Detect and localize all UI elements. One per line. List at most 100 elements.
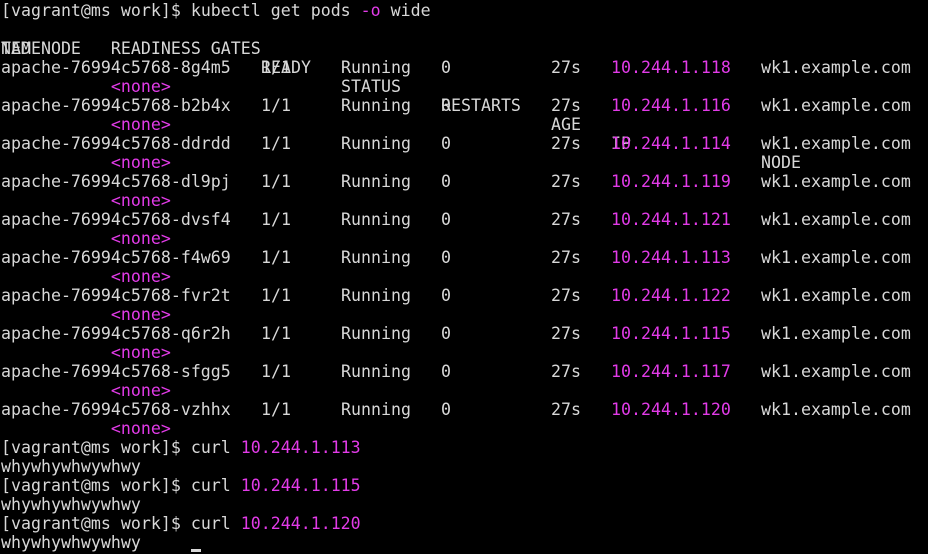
wrap-indent [1, 419, 111, 438]
text-cursor [191, 549, 201, 552]
pod-ip: 10.244.1.114 [611, 134, 731, 153]
readiness-wrap-line: <none> [1, 343, 171, 362]
readiness-gates-none: <none> [110, 191, 171, 210]
pod-ready: 1/1 [261, 58, 291, 77]
pod-ready: 1/1 [261, 362, 291, 381]
pod-status: Running [341, 134, 411, 153]
readiness-gates-none: <none> [110, 115, 171, 134]
readiness-gates-none: <none> [110, 77, 171, 96]
pod-ip: 10.244.1.116 [611, 96, 731, 115]
curl-command: curl [190, 438, 241, 457]
pod-age: 27s [551, 286, 581, 305]
terminal-window[interactable]: [vagrant@ms work]$ kubectl get pods -o w… [0, 0, 928, 554]
pod-ip: 10.244.1.122 [611, 286, 731, 305]
pod-name: apache-76994c5768-dvsf4 [1, 210, 231, 229]
pod-name: apache-76994c5768-vzhhx [1, 400, 231, 419]
pod-restarts: 0 [441, 362, 451, 381]
readiness-gates-none: <none> [110, 419, 171, 438]
table-header: NAME READY STATUS RESTARTS AGE IP NODE [0, 20, 928, 172]
pod-ip: 10.244.1.115 [611, 324, 731, 343]
pod-restarts: 0 [441, 400, 451, 419]
wrap-indent [1, 305, 111, 324]
readiness-wrap-line: <none> [1, 381, 171, 400]
pod-status: Running [341, 248, 411, 267]
command-line-curl: [vagrant@ms work]$ curl 10.244.1.120 [1, 514, 361, 533]
pod-name: apache-76994c5768-8g4m5 [1, 58, 231, 77]
table-row: apache-76994c5768-sfgg5 1/1 Running 0 27s 10.… [0, 362, 928, 381]
shell-prompt: [vagrant@ms work]$ [1, 438, 191, 457]
curl-command: curl [190, 476, 241, 495]
pod-status: Running [341, 96, 411, 115]
command-line-curl: [vagrant@ms work]$ curl 10.244.1.113 [1, 438, 361, 457]
pod-node: wk1.example.com [761, 134, 911, 153]
readiness-wrap-line: <none> [1, 419, 171, 438]
pod-age: 27s [551, 134, 581, 153]
command-line-curl: [vagrant@ms work]$ curl 10.244.1.115 [1, 476, 361, 495]
wrap-indent [1, 115, 111, 134]
shell-prompt: [vagrant@ms work]$ [1, 1, 191, 20]
readiness-gates-none: <none> [110, 381, 171, 400]
wrap-indent [1, 191, 111, 210]
pod-restarts: 0 [441, 324, 451, 343]
pod-age: 27s [551, 172, 581, 191]
pod-restarts: 0 [441, 134, 451, 153]
readiness-gates-none: <none> [110, 267, 171, 286]
pod-ip: 10.244.1.119 [611, 172, 731, 191]
pod-name: apache-76994c5768-dl9pj [1, 172, 231, 191]
table-row: apache-76994c5768-ddrdd 1/1 Running 0 27s 10.… [0, 134, 928, 153]
pod-node: wk1.example.com [761, 248, 911, 267]
pod-node: wk1.example.com [761, 172, 911, 191]
pod-name: apache-76994c5768-f4w69 [1, 248, 231, 267]
pod-ready: 1/1 [261, 96, 291, 115]
pod-age: 27s [551, 324, 581, 343]
pod-status: Running [341, 324, 411, 343]
table-row: apache-76994c5768-dvsf4 1/1 Running 0 27s 10.… [0, 210, 928, 229]
shell-prompt: [vagrant@ms work]$ [1, 514, 191, 533]
curl-output: whywhywhwywhwy [1, 457, 141, 476]
pod-ready: 1/1 [261, 248, 291, 267]
readiness-wrap-line: <none> [1, 267, 171, 286]
pod-age: 27s [551, 362, 581, 381]
wrap-indent [1, 77, 111, 96]
command-line-kubectl: [vagrant@ms work]$ kubectl get pods -o w… [1, 1, 431, 20]
header-wrap-line: TED NODE READINESS GATES [1, 39, 261, 58]
readiness-gates-none: <none> [110, 305, 171, 324]
pod-ready: 1/1 [261, 324, 291, 343]
pod-restarts: 0 [441, 172, 451, 191]
pod-name: apache-76994c5768-fvr2t [1, 286, 231, 305]
pod-age: 27s [551, 210, 581, 229]
pod-restarts: 0 [441, 248, 451, 267]
pod-ip: 10.244.1.120 [611, 400, 731, 419]
pod-ready: 1/1 [261, 286, 291, 305]
pod-restarts: 0 [441, 58, 451, 77]
wrap-indent [1, 229, 111, 248]
pod-node: wk1.example.com [761, 324, 911, 343]
pod-node: wk1.example.com [761, 286, 911, 305]
pod-name: apache-76994c5768-sfgg5 [1, 362, 231, 381]
pod-node: wk1.example.com [761, 362, 911, 381]
readiness-wrap-line: <none> [1, 229, 171, 248]
curl-output: whywhywhwywhwy [1, 533, 141, 552]
wrap-indent [1, 153, 111, 172]
pod-restarts: 0 [441, 96, 451, 115]
pod-node: wk1.example.com [761, 210, 911, 229]
readiness-wrap-line: <none> [1, 305, 171, 324]
curl-command: curl [190, 514, 241, 533]
header-status: STATUS [341, 77, 401, 96]
pod-status: Running [341, 210, 411, 229]
command-arg: wide [380, 1, 431, 20]
pod-ready: 1/1 [261, 134, 291, 153]
command-flag: -o [360, 1, 381, 20]
readiness-gates-none: <none> [110, 153, 171, 172]
pod-ip: 10.244.1.117 [611, 362, 731, 381]
command-text: kubectl get pods [190, 1, 361, 20]
curl-output: whywhywhwywhwy [1, 495, 141, 514]
table-row: apache-76994c5768-q6r2h 1/1 Running 0 27s 10.… [0, 324, 928, 343]
pod-status: Running [341, 172, 411, 191]
pod-node: wk1.example.com [761, 58, 911, 77]
pod-name: apache-76994c5768-ddrdd [1, 134, 231, 153]
wrap-indent [1, 267, 111, 286]
pod-status: Running [341, 58, 411, 77]
pod-age: 27s [551, 58, 581, 77]
pod-age: 27s [551, 248, 581, 267]
